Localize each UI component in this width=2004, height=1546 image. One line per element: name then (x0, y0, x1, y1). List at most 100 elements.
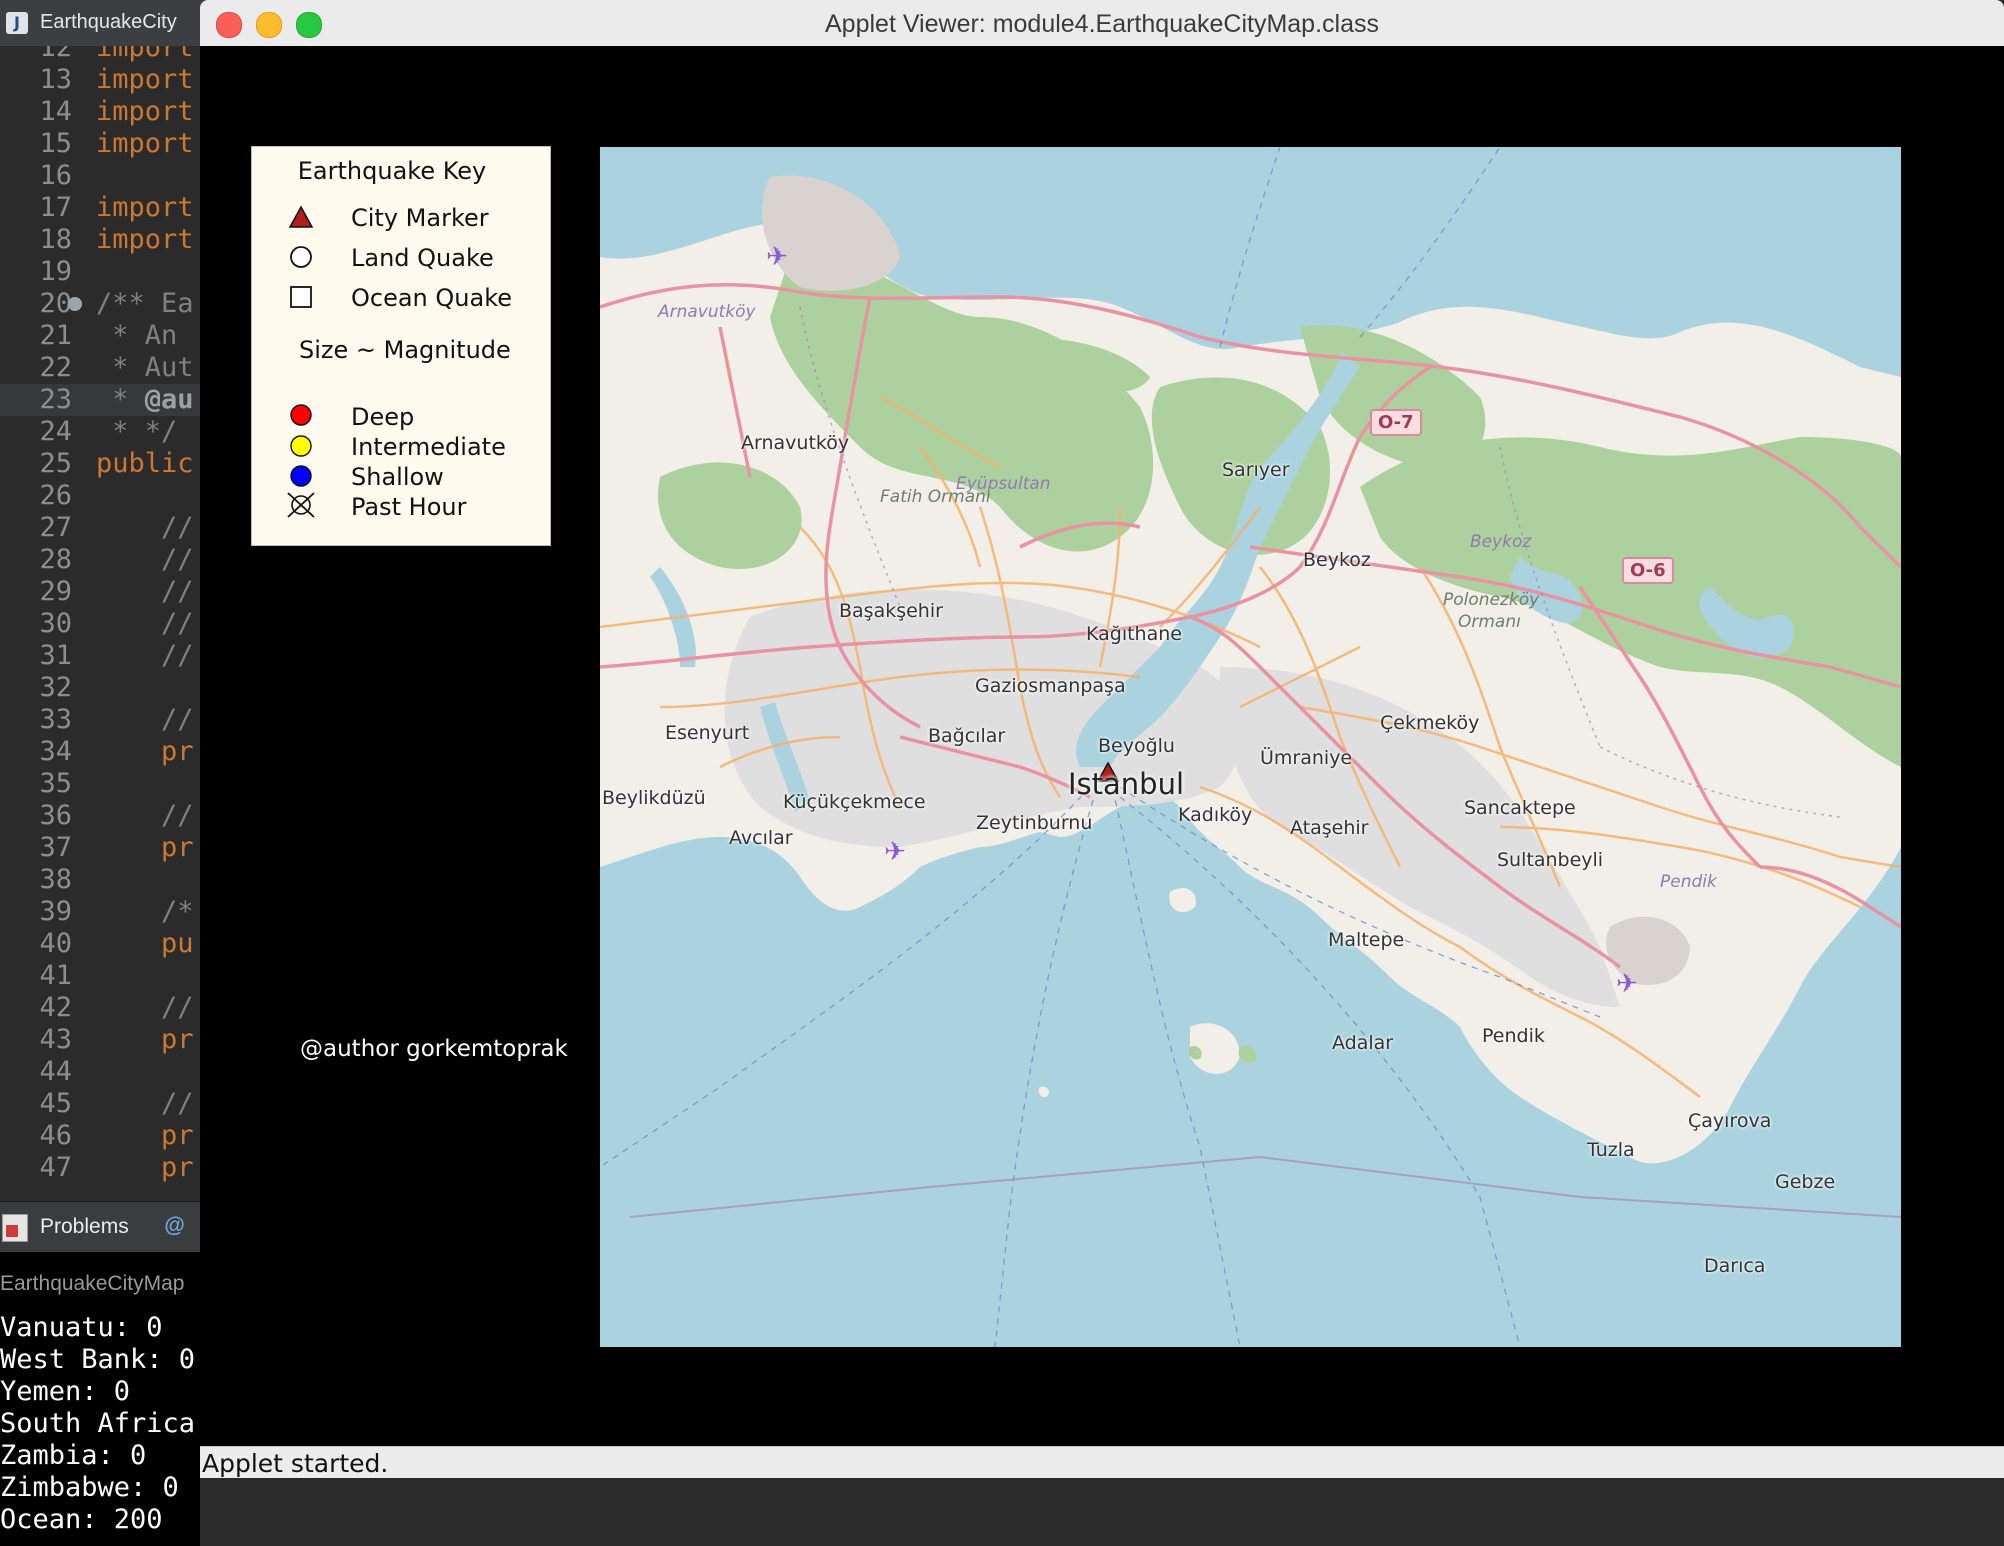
code-line[interactable]: 37 pr (0, 832, 210, 864)
code-line[interactable]: 24 * */ (0, 416, 210, 448)
code-text: /* (96, 896, 194, 928)
code-line[interactable]: 38 (0, 864, 210, 896)
code-line[interactable]: 32 (0, 672, 210, 704)
editor-tab[interactable]: J EarthquakeCity (0, 0, 210, 47)
code-line[interactable]: 45 // (0, 1088, 210, 1120)
code-token: @au (144, 384, 194, 415)
code-line[interactable]: 22 * Aut (0, 352, 210, 384)
code-line[interactable]: 27 // (0, 512, 210, 544)
code-text: // (96, 800, 194, 832)
map-label-tuzla: Tuzla (1587, 1139, 1635, 1161)
line-number: 34 (39, 736, 72, 767)
map-label-bagcilar: Bağcılar (928, 725, 1006, 747)
code-line[interactable]: 29 // (0, 576, 210, 608)
code-line[interactable]: 28 // (0, 544, 210, 576)
code-token: // (96, 544, 194, 575)
code-token: pr (96, 736, 194, 767)
code-line[interactable]: 30 // (0, 608, 210, 640)
code-text: pu (96, 928, 194, 960)
line-number: 33 (39, 704, 72, 735)
map-label-cekmekoy: Çekmeköy (1380, 712, 1480, 734)
code-line[interactable]: 26 (0, 480, 210, 512)
code-text: // (96, 576, 194, 608)
line-number: 46 (39, 1120, 72, 1151)
code-line[interactable]: 41 (0, 960, 210, 992)
line-number: 42 (39, 992, 72, 1023)
airport-icon: ✈ (766, 242, 788, 272)
code-token: pr (96, 1152, 194, 1183)
map-label-sancaktepe: Sancaktepe (1464, 797, 1576, 819)
map-label-arnavutkoy-italic: Arnavutköy (658, 302, 756, 322)
code-text: import (96, 224, 194, 256)
applet-window: Applet Viewer: module4.EarthquakeCityMap… (200, 0, 2004, 1478)
applet-canvas[interactable]: Earthquake Key City Marker Land Quake Oc… (200, 46, 2004, 1446)
code-line[interactable]: 19 (0, 256, 210, 288)
key-title: Earthquake Key (297, 157, 487, 185)
javadoc-tab-icon[interactable]: @ (164, 1214, 184, 1238)
code-line[interactable]: 12 import (0, 46, 210, 64)
code-line[interactable]: 16 (0, 160, 210, 192)
code-line[interactable]: 35 (0, 768, 210, 800)
code-line[interactable]: 15 import (0, 128, 210, 160)
line-number: 17 (39, 192, 72, 223)
line-number: 40 (39, 928, 72, 959)
line-number: 44 (39, 1056, 72, 1087)
code-line[interactable]: 40 pu (0, 928, 210, 960)
fold-toggle-icon[interactable] (68, 297, 82, 311)
map-label-arnavutkoy: Arnavutköy (741, 432, 850, 454)
applet-status-bar: Applet started. (200, 1446, 2004, 1478)
code-line[interactable]: 13 import (0, 64, 210, 96)
code-line[interactable]: 14 import (0, 96, 210, 128)
code-line[interactable]: 42 // (0, 992, 210, 1024)
code-line[interactable]: 46 pr (0, 1120, 210, 1152)
line-number: 24 (39, 416, 72, 447)
window-titlebar[interactable]: Applet Viewer: module4.EarthquakeCityMap… (200, 0, 2004, 47)
map-label-sariyer: Sarıyer (1222, 459, 1290, 481)
line-number: 43 (39, 1024, 72, 1055)
code-line[interactable]: 17 import (0, 192, 210, 224)
code-line[interactable]: 34 pr (0, 736, 210, 768)
code-text: import (96, 96, 194, 128)
problems-view-tabbar: Problems @ (0, 1201, 210, 1252)
key-past-hour: Past Hour (351, 493, 467, 521)
code-line[interactable]: 21 * An (0, 320, 210, 352)
line-number: 27 (39, 512, 72, 543)
code-token: * An (96, 320, 194, 351)
code-token: // (96, 640, 194, 671)
line-number: 47 (39, 1152, 72, 1183)
code-token: * (96, 384, 145, 415)
map-label-beylikduzu: Beylikdüzü (602, 787, 706, 809)
code-line[interactable]: 33 // (0, 704, 210, 736)
code-line[interactable]: 47 pr (0, 1152, 210, 1184)
airport-icon: ✈ (1616, 969, 1638, 999)
code-token: * */ (96, 416, 178, 447)
code-line[interactable]: 20 /** Ea (0, 288, 210, 320)
code-token: public (96, 448, 194, 479)
code-editor[interactable]: 12 import 13 import 14 import 15 import 16 17 impo… (0, 46, 210, 1201)
code-line[interactable]: 43 pr (0, 1024, 210, 1056)
code-text: * Aut (96, 352, 193, 384)
code-line[interactable]: 31 // (0, 640, 210, 672)
code-token: // (96, 608, 194, 639)
code-line[interactable]: 23 * @au (0, 384, 210, 416)
code-line[interactable]: 39 /* (0, 896, 210, 928)
code-line[interactable]: 44 (0, 1056, 210, 1088)
console-line: Zimbabwe: 0 (0, 1472, 179, 1503)
code-token: pr (96, 1024, 194, 1055)
line-number: 29 (39, 576, 72, 607)
map-label-kagithane: Kağıthane (1086, 623, 1182, 645)
map-view[interactable]: Arnavutköy Arnavutköy Eyüpsultan Fatih O… (600, 147, 1901, 1347)
code-line[interactable]: 25 public (0, 448, 210, 480)
line-number: 22 (39, 352, 72, 383)
code-line[interactable]: 36 // (0, 800, 210, 832)
problems-tab[interactable]: Problems (40, 1215, 129, 1239)
code-token: import (96, 96, 194, 127)
code-text: // (96, 1088, 194, 1120)
map-base-tiles (600, 147, 1901, 1347)
map-label-avcilar: Avcılar (729, 827, 793, 849)
istanbul-label: Istanbul (1068, 767, 1185, 801)
map-label-cayirova: Çayırova (1688, 1110, 1772, 1132)
console-line: Ocean: 200 (0, 1504, 163, 1535)
code-line[interactable]: 18 import (0, 224, 210, 256)
line-number: 32 (39, 672, 72, 703)
